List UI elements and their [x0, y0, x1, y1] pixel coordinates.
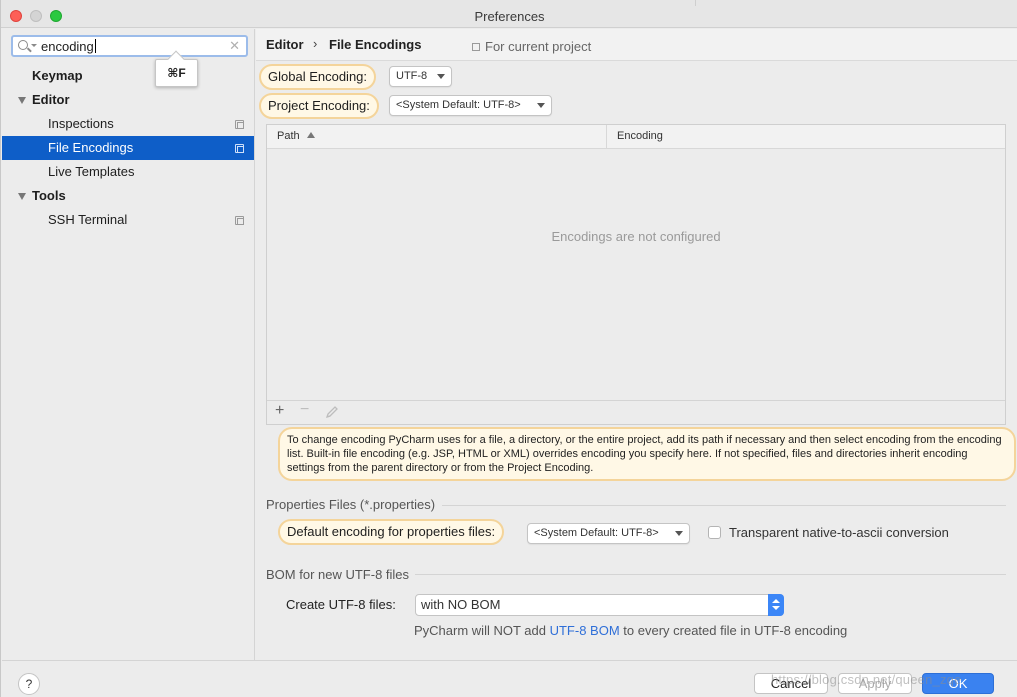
remove-path-button[interactable]: −	[300, 401, 309, 419]
title-bar: Preferences	[1, 0, 1017, 28]
path-encoding-table: Path Encoding Encodings are not configur…	[266, 124, 1006, 425]
properties-encoding-value: <System Default: UTF-8>	[534, 527, 659, 539]
search-input-value[interactable]: encoding	[41, 39, 96, 54]
properties-encoding-label: Default encoding for properties files:	[278, 519, 505, 545]
section-divider	[442, 505, 1006, 506]
sidebar-item-tools[interactable]: Tools	[2, 184, 254, 208]
sidebar-item-label: Keymap	[32, 68, 83, 83]
breadcrumb-separator: ›	[313, 36, 318, 51]
window-title: Preferences	[474, 9, 545, 24]
sidebar-item-inspections[interactable]: Inspections	[2, 112, 254, 136]
sidebar-item-label: Tools	[32, 188, 66, 203]
file-encodings-panel: Editor › File Encodings For current proj…	[256, 29, 1017, 660]
settings-search-field[interactable]: encoding ✕	[11, 35, 248, 57]
help-button[interactable]: ?	[18, 673, 40, 695]
project-scope-icon	[472, 43, 480, 51]
global-encoding-dropdown[interactable]: UTF-8	[389, 66, 452, 87]
transparent-conversion-label[interactable]: Transparent native-to-ascii conversion	[729, 525, 949, 540]
settings-sidebar: encoding ✕ Keymap Editor Inspections Fil…	[2, 29, 255, 660]
transparent-conversion-checkbox[interactable]	[708, 526, 721, 539]
preferences-window: Preferences encoding ✕ Keymap Editor Ins…	[0, 0, 1017, 697]
properties-section-title: Properties Files (*.properties)	[266, 497, 436, 512]
breadcrumb: Editor › File Encodings For current proj…	[256, 29, 1017, 61]
search-icon	[18, 40, 28, 50]
project-encoding-value: <System Default: UTF-8>	[396, 99, 521, 111]
select-stepper-icon[interactable]	[768, 594, 784, 616]
sidebar-item-label: Inspections	[48, 116, 114, 131]
sidebar-item-file-encodings[interactable]: File Encodings	[2, 136, 254, 160]
project-encoding-dropdown[interactable]: <System Default: UTF-8>	[389, 95, 552, 116]
encoding-help-note: To change encoding PyCharm uses for a fi…	[278, 427, 1016, 481]
breadcrumb-editor: Editor	[266, 37, 304, 52]
bom-note-text: to every created file in UTF-8 encoding	[623, 623, 848, 638]
watermark: https://blog.csdn.net/queen_zqe	[771, 672, 962, 687]
bom-note: PyCharm will NOT add UTF-8 BOM to every …	[414, 623, 847, 638]
clear-search-icon[interactable]: ✕	[229, 38, 240, 54]
title-divider	[695, 0, 696, 6]
expand-arrow-icon[interactable]	[18, 97, 26, 104]
project-scope-icon	[235, 216, 244, 225]
scope-indicator: For current project	[472, 39, 591, 54]
section-divider	[415, 574, 1006, 575]
sidebar-item-label: SSH Terminal	[48, 212, 128, 227]
sidebar-item-label: Live Templates	[48, 164, 135, 179]
chevron-down-icon	[675, 531, 683, 536]
chevron-down-icon	[537, 103, 545, 108]
table-header: Path Encoding	[267, 125, 1005, 149]
sidebar-item-editor[interactable]: Editor	[2, 88, 254, 112]
bom-note-text: PyCharm will NOT add	[414, 623, 546, 638]
column-header-encoding[interactable]: Encoding	[617, 130, 663, 142]
shortcut-tooltip: ⌘F	[155, 50, 198, 87]
sidebar-item-live-templates[interactable]: Live Templates	[2, 160, 254, 184]
table-toolbar: + −	[267, 400, 1005, 424]
global-encoding-value: UTF-8	[396, 70, 428, 82]
sort-ascending-icon	[306, 132, 315, 138]
create-utf8-files-value: with NO BOM	[421, 597, 501, 612]
column-header-path[interactable]: Path	[277, 130, 315, 142]
breadcrumb-file-encodings: File Encodings	[329, 37, 422, 52]
chevron-down-icon	[437, 74, 445, 79]
sidebar-item-label: Editor	[32, 92, 70, 107]
global-encoding-label: Global Encoding:	[259, 64, 377, 90]
empty-table-message: Encodings are not configured	[551, 229, 721, 244]
sidebar-item-label: File Encodings	[48, 140, 134, 155]
add-path-button[interactable]: +	[275, 402, 284, 420]
sidebar-item-keymap[interactable]: Keymap	[2, 64, 254, 88]
sidebar-item-ssh-terminal[interactable]: SSH Terminal	[2, 208, 254, 232]
edit-pencil-icon[interactable]	[325, 405, 339, 419]
scope-label: For current project	[485, 39, 592, 54]
shortcut-label: ⌘F	[167, 66, 186, 80]
expand-arrow-icon[interactable]	[18, 193, 26, 200]
bom-section-title: BOM for new UTF-8 files	[266, 567, 410, 582]
project-scope-icon	[235, 144, 244, 153]
project-encoding-label: Project Encoding:	[259, 93, 379, 119]
properties-encoding-dropdown[interactable]: <System Default: UTF-8>	[527, 523, 690, 544]
utf8-bom-link[interactable]: UTF-8 BOM	[550, 623, 620, 638]
search-history-caret-icon[interactable]	[31, 44, 37, 47]
create-utf8-files-select[interactable]: with NO BOM	[415, 594, 784, 616]
column-label: Path	[277, 130, 300, 142]
create-utf8-files-label: Create UTF-8 files:	[286, 597, 396, 612]
column-divider[interactable]	[606, 125, 607, 149]
project-scope-icon	[235, 120, 244, 129]
